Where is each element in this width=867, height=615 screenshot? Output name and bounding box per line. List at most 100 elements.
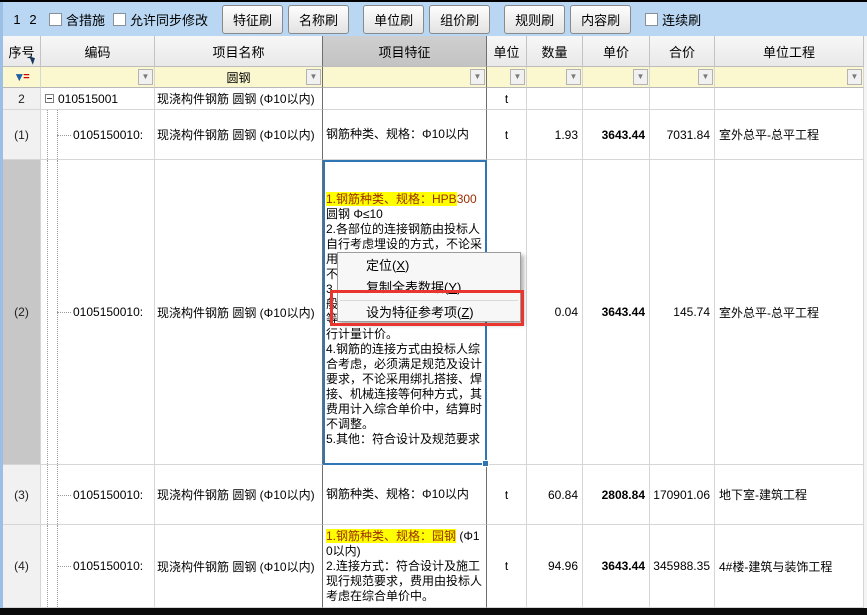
cell-total[interactable]: 145.74 <box>650 160 715 465</box>
unit-brush-button[interactable]: 单位刷 <box>363 5 424 34</box>
pricing-brush-button[interactable]: 组价刷 <box>429 5 490 34</box>
checkbox-icon[interactable] <box>645 13 658 26</box>
cell-feature[interactable]: 钢筋种类、规格：Φ10以内 <box>323 465 487 525</box>
code-text: 0105150010: <box>73 488 143 502</box>
checkbox-icon[interactable] <box>49 13 62 26</box>
tree-line <box>47 525 48 607</box>
cell-project[interactable] <box>715 88 864 110</box>
filter-name-value: 圆钢 <box>226 69 250 86</box>
cell-project[interactable]: 4#楼-建筑与装饰工程 <box>715 525 864 608</box>
toolbar-num-1[interactable]: 1 <box>9 12 25 27</box>
header-feature[interactable]: 项目特征 <box>323 36 487 67</box>
filter-price[interactable]: ▼ <box>583 67 650 88</box>
toolbar-num-2[interactable]: 2 <box>25 12 41 27</box>
cell-seq[interactable]: (3) <box>3 465 41 525</box>
cell-code[interactable]: 0105150010: <box>41 465 155 525</box>
cell-qty[interactable]: 94.96 <box>527 525 583 608</box>
cell-code[interactable]: 0105150010: <box>41 525 155 608</box>
header-price[interactable]: 单价 <box>583 36 650 67</box>
filter-row: ▼= ▼ 圆钢 ▼ ▼ ▼ ▼ ▼ ▼ ▼ <box>3 67 864 88</box>
dropdown-arrow-icon[interactable]: ▼ <box>847 69 862 85</box>
cell-seq[interactable]: (2) <box>3 160 41 465</box>
menu-item-locate[interactable]: 定位(X) <box>338 255 520 277</box>
cell-unit[interactable]: t <box>487 88 527 110</box>
checkbox-label: 允许同步修改 <box>130 10 208 29</box>
filter-name[interactable]: 圆钢 ▼ <box>155 67 323 88</box>
name-brush-button[interactable]: 名称刷 <box>288 5 349 34</box>
cell-qty[interactable]: 1.93 <box>527 110 583 160</box>
cell-feature[interactable]: 1.钢筋种类、规格：园钢 (Φ10以内)2.连接方式：符合设计及施工现行规范要求… <box>323 525 487 608</box>
cell-seq[interactable]: (4) <box>3 525 41 608</box>
cell-total[interactable]: 170901.06 <box>650 465 715 525</box>
cell-seq[interactable]: (1) <box>3 110 41 160</box>
toolbar: 1 2 含措施 允许同步修改 特征刷 名称刷 单位刷 组价刷 规则刷 内容刷 连… <box>3 2 867 36</box>
header-total[interactable]: 合价 <box>650 36 715 67</box>
dropdown-arrow-icon[interactable]: ▼ <box>698 69 713 85</box>
cell-price[interactable]: 2808.84 <box>583 465 650 525</box>
header-name[interactable]: 项目名称 <box>155 36 323 67</box>
cell-qty[interactable] <box>527 88 583 110</box>
cell-total[interactable] <box>650 88 715 110</box>
table-row: (3) 0105150010: 现浇构件钢筋 圆钢 (Φ10以内) 钢筋种类、规… <box>3 465 864 525</box>
cell-project[interactable]: 地下室-建筑工程 <box>715 465 864 525</box>
filter-feature[interactable]: ▼ <box>323 67 487 88</box>
dropdown-arrow-icon[interactable]: ▼ <box>306 69 321 85</box>
menu-item-copy-table-data[interactable]: 复制全表数据(Y) <box>338 277 520 299</box>
cell-project[interactable]: 室外总平-总平工程 <box>715 110 864 160</box>
filter-project[interactable]: ▼ <box>715 67 864 88</box>
checkbox-icon[interactable] <box>113 13 126 26</box>
dropdown-arrow-icon[interactable]: ▼ <box>510 69 525 85</box>
sort-indicator-icon <box>27 56 35 65</box>
cell-price[interactable]: 3643.44 <box>583 525 650 608</box>
cell-code[interactable]: 0105150010: <box>41 160 155 465</box>
header-project[interactable]: 单位工程 <box>715 36 864 67</box>
code-text: 0105150010: <box>73 128 143 142</box>
filter-total[interactable]: ▼ <box>650 67 715 88</box>
cell-price[interactable]: 3643.44 <box>583 110 650 160</box>
dropdown-arrow-icon[interactable]: ▼ <box>633 69 648 85</box>
checkbox-include-measures[interactable]: 含措施 <box>49 10 105 29</box>
checkbox-continuous-brush[interactable]: 连续刷 <box>645 10 701 29</box>
cell-total[interactable]: 7031.84 <box>650 110 715 160</box>
checkbox-label: 含措施 <box>66 10 105 29</box>
tree-line <box>57 566 71 567</box>
header-unit[interactable]: 单位 <box>487 36 527 67</box>
cell-qty[interactable]: 60.84 <box>527 465 583 525</box>
cell-name[interactable]: 现浇构件钢筋 圆钢 (Φ10以内) <box>155 110 323 160</box>
cell-unit[interactable]: t <box>487 110 527 160</box>
cell-code[interactable]: 010515001 <box>41 88 155 110</box>
header-qty[interactable]: 数量 <box>527 36 583 67</box>
dropdown-arrow-icon[interactable]: ▼ <box>566 69 581 85</box>
cell-name[interactable]: 现浇构件钢筋 圆钢 (Φ10以内) <box>155 525 323 608</box>
cell-feature[interactable] <box>323 88 487 110</box>
checkbox-allow-sync-edit[interactable]: 允许同步修改 <box>113 10 208 29</box>
cell-price[interactable] <box>583 88 650 110</box>
header-seq[interactable]: 序号 <box>3 36 41 67</box>
cell-unit[interactable]: t <box>487 465 527 525</box>
content-brush-button[interactable]: 内容刷 <box>570 5 631 34</box>
cell-name[interactable]: 现浇构件钢筋 圆钢 (Φ10以内) <box>155 160 323 465</box>
cell-total[interactable]: 345988.35 <box>650 525 715 608</box>
header-code[interactable]: 编码 <box>41 36 155 67</box>
table-header-row: 序号 编码 项目名称 项目特征 单位 数量 单价 合价 单位工程 <box>3 36 864 67</box>
cell-code[interactable]: 0105150010: <box>41 110 155 160</box>
filter-funnel-cell[interactable]: ▼= <box>3 67 41 88</box>
tree-collapse-icon[interactable] <box>45 94 54 103</box>
menu-item-set-feature-reference[interactable]: 设为特征参考项(Z) <box>338 302 520 324</box>
dropdown-arrow-icon[interactable]: ▼ <box>470 69 485 85</box>
cell-name[interactable]: 现浇构件钢筋 圆钢 (Φ10以内) <box>155 465 323 525</box>
tree-line <box>47 160 48 464</box>
cell-project[interactable]: 室外总平-总平工程 <box>715 160 864 465</box>
cell-price[interactable]: 3643.44 <box>583 160 650 465</box>
filter-unit[interactable]: ▼ <box>487 67 527 88</box>
cell-seq[interactable]: 2 <box>3 88 41 110</box>
cell-name[interactable]: 现浇构件钢筋 圆钢 (Φ10以内) <box>155 88 323 110</box>
cell-feature[interactable]: 钢筋种类、规格：Φ10以内 <box>323 110 487 160</box>
filter-code[interactable]: ▼ <box>41 67 155 88</box>
dropdown-arrow-icon[interactable]: ▼ <box>138 69 153 85</box>
feature-brush-button[interactable]: 特征刷 <box>222 5 283 34</box>
filter-qty[interactable]: ▼ <box>527 67 583 88</box>
cell-unit[interactable]: t <box>487 525 527 608</box>
rule-brush-button[interactable]: 规则刷 <box>504 5 565 34</box>
cell-qty[interactable]: 0.04 <box>527 160 583 465</box>
